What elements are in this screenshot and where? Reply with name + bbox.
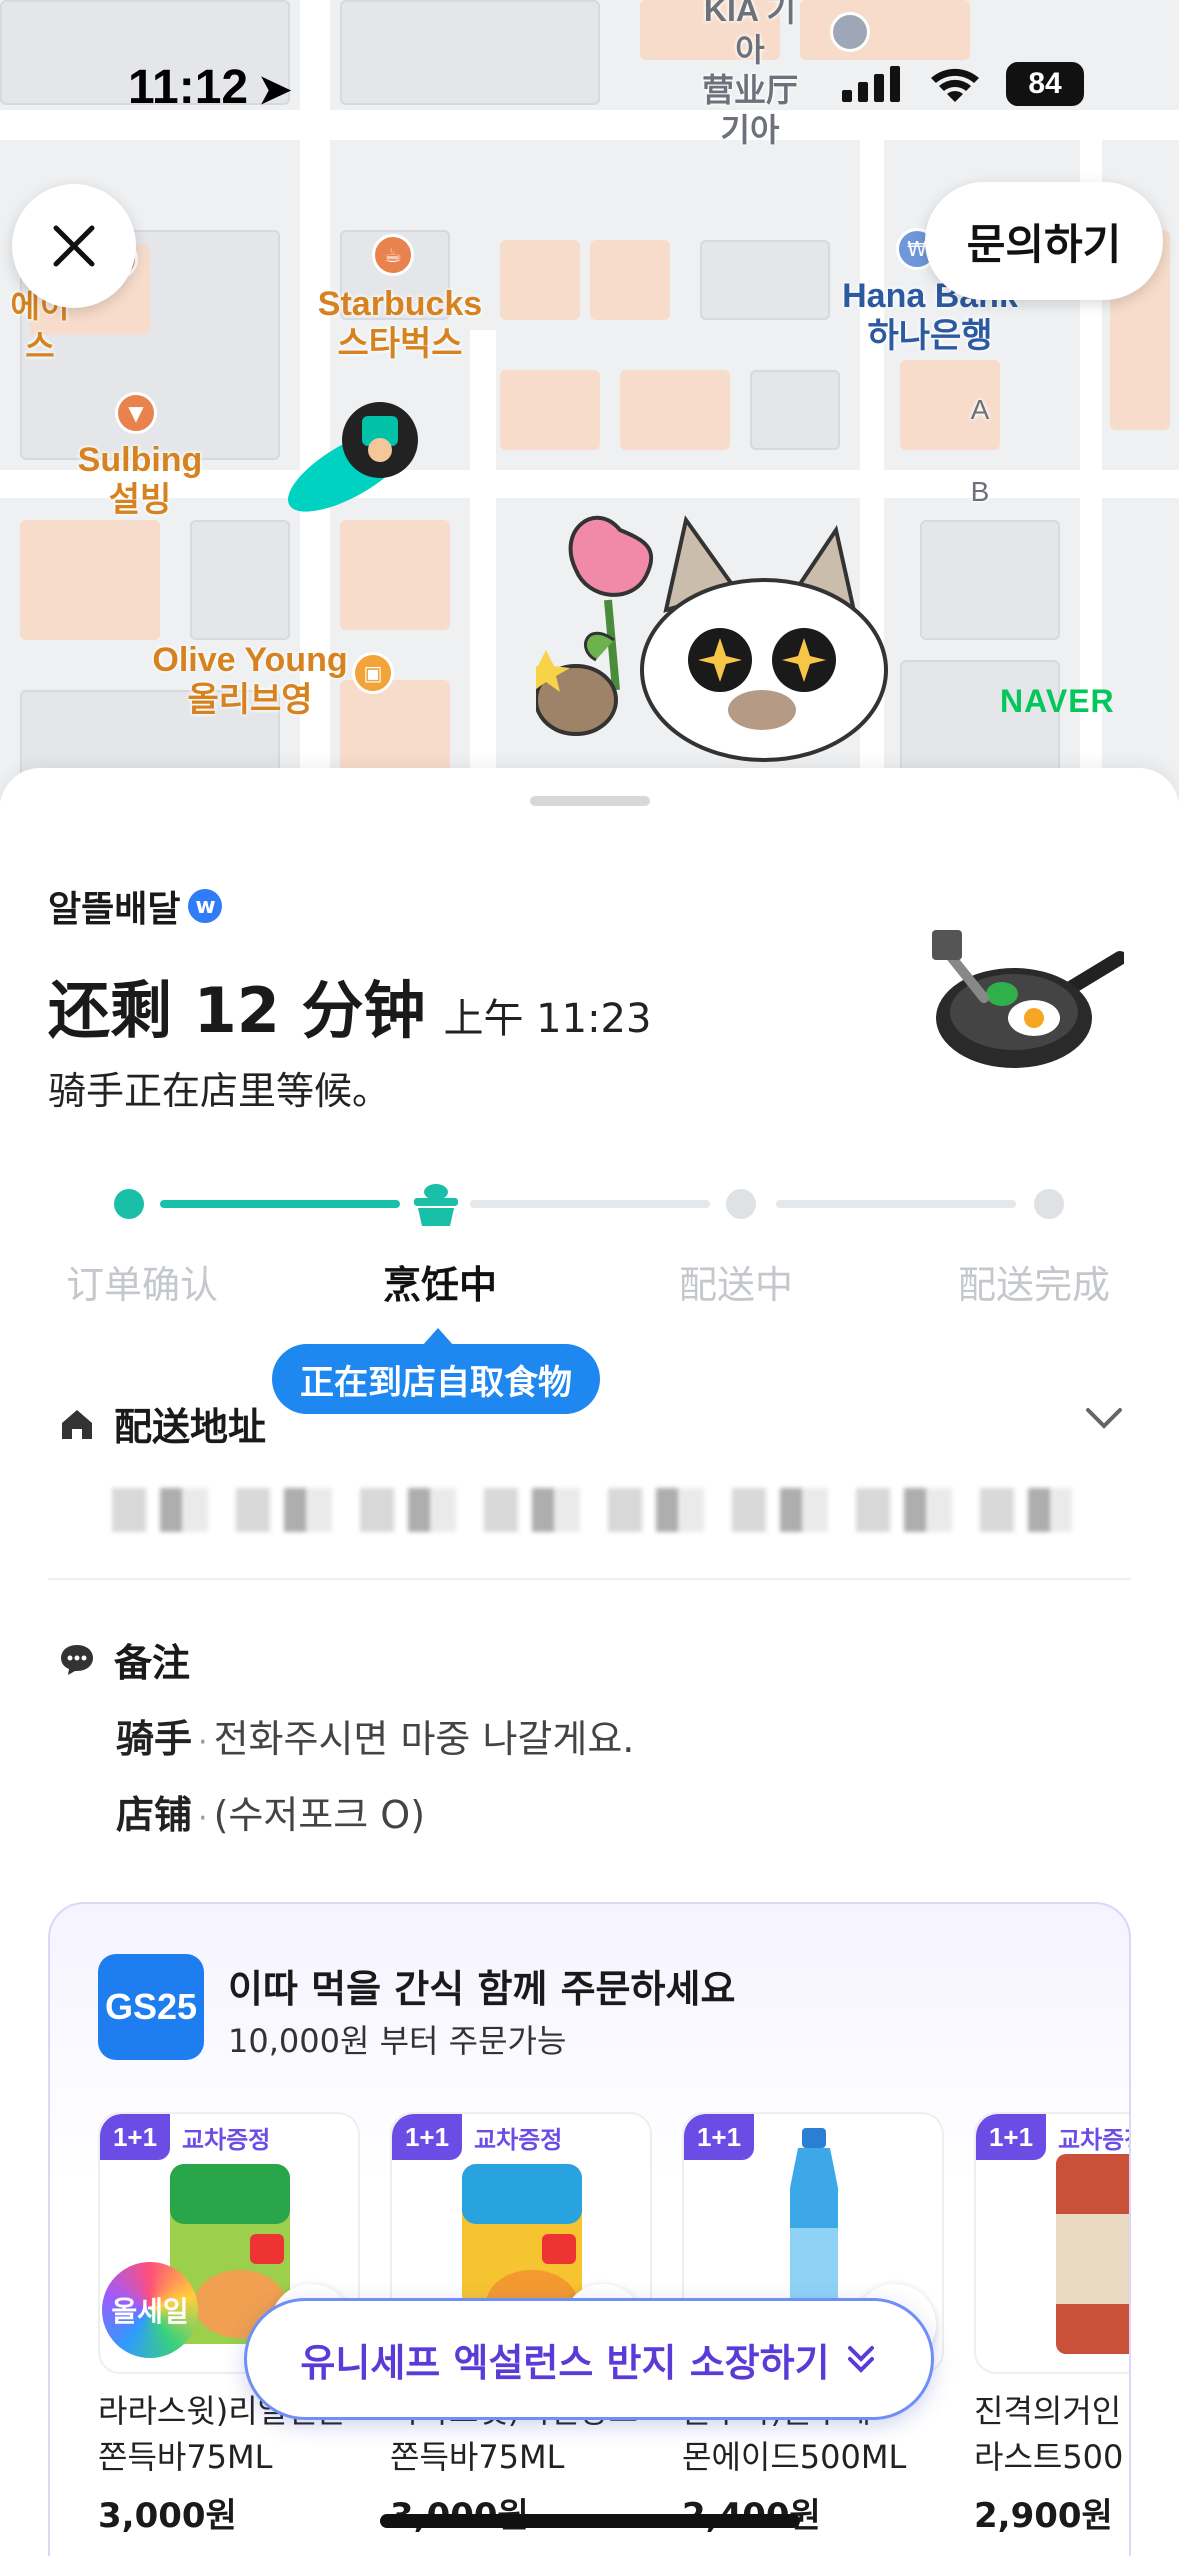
one-plus-one-badge: 1+1 [976, 2114, 1046, 2160]
status-time: 11:12 ➤ [128, 61, 292, 114]
gift-tag: 교차증정 [474, 2126, 563, 2154]
product-price: 2,900원 [974, 2496, 1113, 2536]
redacted-address [112, 1488, 1072, 1532]
gift-tag: 교차증정 [1058, 2126, 1129, 2154]
status-bar: 11:12 ➤ 84 [0, 0, 1179, 170]
poi-sulbing[interactable]: Sulbing 설빙 [60, 440, 220, 520]
poi-olive-young[interactable]: Olive Young 올리브영 [150, 640, 350, 720]
poi-building-a[interactable]: A [960, 390, 1000, 430]
chat-bubble-icon [61, 1644, 93, 1675]
memo-rider: 骑手 · 전화주시면 마중 나갈게요. [116, 1708, 634, 1763]
home-indicator[interactable] [380, 2514, 800, 2528]
map-block [620, 370, 730, 450]
step-dot-pending [726, 1189, 756, 1219]
poi-building-b[interactable]: B [960, 472, 1000, 512]
product-image: 1+1 교차증정 [974, 2112, 1129, 2374]
promo-title: 이따 먹을 간식 함께 주문하세요 [228, 1967, 736, 2011]
cat-sticker-icon [522, 500, 906, 770]
cafe-poi-icon[interactable]: ☕ [372, 234, 414, 276]
rider-marker-icon [270, 390, 440, 530]
one-plus-one-badge: 1+1 [684, 2114, 754, 2160]
progress-segment [470, 1200, 710, 1208]
rider-status-tooltip: 正在到店自取食物 [272, 1344, 600, 1414]
close-button[interactable] [12, 184, 136, 308]
can-icon [1056, 2154, 1129, 2354]
close-icon [53, 225, 95, 267]
memo-value: 전화주시면 마중 나갈게요. [213, 1717, 635, 1761]
map-block [500, 370, 600, 450]
map-block [750, 370, 840, 450]
product-name: 진격의거인 [974, 2392, 1122, 2430]
product-price: 3,000원 [98, 2496, 237, 2536]
double-chevron-down-icon [847, 2346, 874, 2373]
eta-remaining: 还剩 12 分钟 [48, 974, 426, 1047]
signal-icon [842, 66, 900, 102]
battery-icon: 84 [1006, 62, 1084, 106]
memo-title: 备注 [114, 1641, 191, 1685]
progress-segment [776, 1200, 1016, 1208]
gs25-logo: GS25 [98, 1954, 204, 2060]
map-block [920, 520, 1060, 640]
frying-pan-icon [924, 928, 1127, 1088]
status-icons: 84 [842, 62, 1084, 106]
floating-button-label: 유니세프 엑설런스 반지 소장하기 [300, 2340, 830, 2385]
map-road [470, 330, 496, 800]
memo-key: 店铺 [116, 1793, 193, 1837]
map-block [700, 240, 830, 320]
all-sale-badge: 올세일 [102, 2262, 198, 2358]
brand-label: 알뜰배달 [48, 889, 181, 930]
eta-time: 上午 11:23 [443, 996, 652, 1042]
address-section-header[interactable]: 配送地址 [58, 1396, 266, 1451]
gs25-promo-card[interactable]: GS25 이따 먹을 간식 함께 주문하세요 10,000원 부터 주문가능 1… [48, 1902, 1131, 2556]
chevron-down-icon[interactable] [1080, 1398, 1128, 1442]
step-label-confirmed: 订单确认 [65, 1263, 218, 1307]
memo-section-header: 备注 [58, 1632, 190, 1687]
step-label-cooking: 烹饪中 [382, 1263, 497, 1307]
dessert-poi-icon[interactable]: ▼ [115, 392, 157, 434]
memo-value: (수저포크 O) [213, 1793, 426, 1837]
memo-separator: · [198, 1801, 208, 1836]
delivery-brand: 알뜰배달 w [48, 880, 223, 932]
promo-subtitle: 10,000원 부터 주문가능 [228, 2022, 567, 2060]
location-arrow-icon: ➤ [258, 68, 292, 112]
unicef-ring-button[interactable]: 유니세프 엑설런스 반지 소장하기 [244, 2298, 934, 2420]
memo-separator: · [198, 1725, 208, 1760]
wifi-icon [931, 68, 979, 102]
progress-segment-done [160, 1200, 400, 1208]
eta-header: 还剩 12 分钟 上午 11:23 [48, 960, 651, 1050]
address-title: 配送地址 [114, 1405, 267, 1449]
product-name-line2: 라스트500 [974, 2438, 1124, 2476]
verified-badge-icon: w [188, 889, 223, 923]
section-divider [48, 1578, 1131, 1580]
map-block [590, 240, 670, 320]
step-dot-done [114, 1189, 144, 1219]
product-name-line2: 쫀득바75ML [390, 2438, 565, 2476]
product-name-line2: 쫀득바75ML [98, 2438, 273, 2476]
map-block [340, 520, 450, 630]
poi-starbucks[interactable]: Starbucks 스타벅스 [300, 284, 500, 364]
memo-store: 店铺 · (수저포크 O) [116, 1784, 425, 1839]
memo-key: 骑手 [116, 1717, 193, 1761]
product-price: 3,000원 [390, 2488, 652, 2537]
map-block [20, 520, 160, 640]
eta-status-text: 骑手正在店里等候。 [48, 1069, 391, 1113]
step-label-delivered: 配送完成 [957, 1263, 1110, 1307]
gift-tag: 교차증정 [182, 2126, 271, 2154]
step-dot-pending [1034, 1189, 1064, 1219]
product-card[interactable]: 1+1 교차증정 진격의거인 라스트500 2,900원 [974, 2112, 1129, 2537]
product-price: 2,400원 [682, 2488, 944, 2537]
sheet-drag-handle[interactable] [530, 796, 650, 806]
map-block [500, 240, 580, 320]
step-label-delivering: 配送中 [678, 1263, 793, 1307]
cooking-pot-icon [410, 1178, 462, 1230]
product-name-line2: 몬에이드500ML [682, 2438, 907, 2476]
shop-poi-icon[interactable]: ▣ [352, 652, 394, 694]
naver-logo: NAVER [1000, 683, 1115, 719]
inquiry-button[interactable]: 문의하기 [925, 182, 1163, 300]
map-block [190, 520, 290, 640]
home-icon [62, 1409, 92, 1439]
